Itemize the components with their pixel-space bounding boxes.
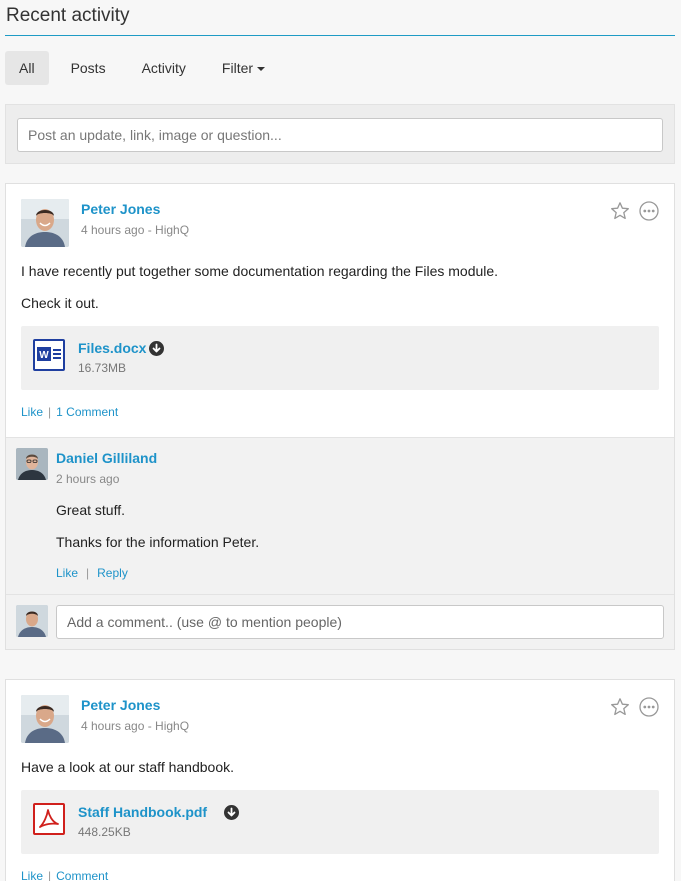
star-icon[interactable] bbox=[610, 697, 630, 717]
tab-all[interactable]: All bbox=[5, 51, 49, 85]
post-actions: Like | 1 Comment bbox=[21, 405, 118, 419]
post-actions: Like | Comment bbox=[21, 869, 108, 881]
comments-link[interactable]: 1 Comment bbox=[56, 405, 118, 419]
like-link[interactable]: Like bbox=[21, 869, 43, 881]
post-card: Peter Jones 4 hours ago - HighQ Have a l… bbox=[5, 679, 675, 881]
avatar[interactable] bbox=[21, 695, 69, 743]
tab-activity-label: Activity bbox=[141, 60, 186, 76]
comment-author[interactable]: Daniel Gilliland bbox=[56, 450, 157, 466]
tab-activity[interactable]: Activity bbox=[128, 51, 200, 85]
tab-filter-label: Filter bbox=[221, 60, 254, 76]
comment-text: Thanks for the information Peter. bbox=[56, 534, 260, 550]
pdf-icon bbox=[33, 803, 65, 835]
more-options-icon[interactable] bbox=[639, 697, 659, 717]
file-attachment: Staff Handbook.pdf 448.25KB bbox=[21, 790, 659, 854]
file-name-link[interactable]: Staff Handbook.pdf bbox=[78, 804, 207, 820]
activity-tabs: All Posts Activity Filter bbox=[5, 51, 279, 85]
more-options-icon[interactable] bbox=[639, 201, 659, 221]
post-text: Check it out. bbox=[21, 295, 99, 311]
post-meta: 4 hours ago - HighQ bbox=[81, 719, 190, 733]
title-divider bbox=[5, 35, 675, 36]
post-composer-input[interactable] bbox=[17, 118, 663, 152]
post-text: Have a look at our staff handbook. bbox=[21, 759, 234, 775]
comment-link[interactable]: Comment bbox=[56, 869, 108, 881]
like-link[interactable]: Like bbox=[21, 405, 43, 419]
separator: | bbox=[86, 566, 90, 580]
page-title: Recent activity bbox=[6, 5, 130, 26]
svg-text:W: W bbox=[39, 350, 49, 361]
post-author[interactable]: Peter Jones bbox=[81, 697, 160, 713]
file-size: 16.73MB bbox=[78, 361, 127, 375]
word-doc-icon: W bbox=[33, 339, 65, 371]
comment-input[interactable] bbox=[56, 605, 664, 639]
separator: | bbox=[48, 869, 52, 881]
add-comment-area bbox=[6, 594, 674, 649]
tab-posts[interactable]: Posts bbox=[57, 51, 120, 85]
comment-item: Daniel Gilliland 2 hours ago Great stuff… bbox=[6, 437, 674, 594]
avatar[interactable] bbox=[21, 199, 69, 247]
post-meta: 4 hours ago - HighQ bbox=[81, 223, 190, 237]
file-attachment: W Files.docx 16.73MB bbox=[21, 326, 659, 390]
download-icon[interactable] bbox=[149, 341, 164, 356]
comment-actions: Like | Reply bbox=[56, 566, 128, 580]
comment-meta: 2 hours ago bbox=[56, 472, 120, 486]
tab-filter[interactable]: Filter bbox=[208, 51, 279, 85]
caret-down-icon bbox=[257, 67, 266, 72]
avatar[interactable] bbox=[16, 448, 48, 480]
post-composer bbox=[5, 104, 675, 164]
separator: | bbox=[48, 405, 52, 419]
tab-all-label: All bbox=[19, 60, 35, 76]
download-icon[interactable] bbox=[224, 805, 239, 820]
avatar bbox=[16, 605, 48, 637]
comment-text: Great stuff. bbox=[56, 502, 125, 518]
reply-link[interactable]: Reply bbox=[97, 566, 128, 580]
post-text: I have recently put together some docume… bbox=[21, 263, 499, 279]
file-name-link[interactable]: Files.docx bbox=[78, 340, 146, 356]
tab-posts-label: Posts bbox=[70, 60, 106, 76]
comment-like-link[interactable]: Like bbox=[56, 566, 78, 580]
post-card: Peter Jones 4 hours ago - HighQ I have r… bbox=[5, 183, 675, 650]
post-author[interactable]: Peter Jones bbox=[81, 201, 160, 217]
star-icon[interactable] bbox=[610, 201, 630, 221]
file-size: 448.25KB bbox=[78, 825, 131, 839]
